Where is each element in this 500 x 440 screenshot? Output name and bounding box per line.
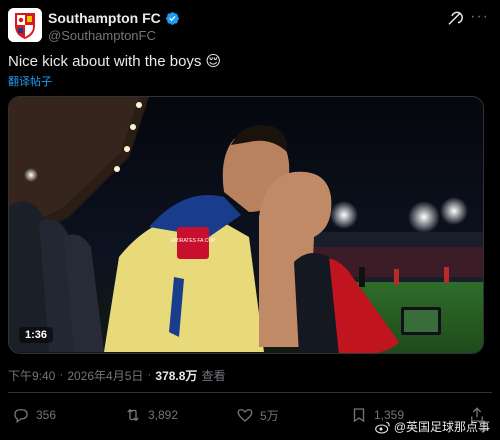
tweet-date[interactable]: 2026年4月5日 <box>67 367 143 384</box>
meta-separator: · <box>147 367 152 381</box>
grok-icon[interactable] <box>446 10 464 28</box>
retweet-count: 3,892 <box>148 408 179 422</box>
weibo-icon <box>374 421 390 434</box>
reply-button[interactable]: 356 <box>12 406 56 424</box>
like-count: 5万 <box>260 408 279 423</box>
video-duration: 1:36 <box>19 327 54 343</box>
shirt-badge-text: EMIRATES FA CUP <box>171 238 216 244</box>
reply-count: 356 <box>36 408 57 422</box>
tweet-body: Nice kick about with the boys <box>8 52 202 70</box>
watermark: @英国足球那点事 <box>374 418 490 435</box>
tweet-header: Southampton FC @SouthamptonFC ··· <box>8 6 492 46</box>
video-player[interactable]: EMIRATES FA CUP 1:36 <box>8 96 484 354</box>
retweet-icon <box>127 408 139 422</box>
retweet-button[interactable]: 3,892 <box>124 406 178 424</box>
avatar[interactable] <box>8 8 42 42</box>
account-handle[interactable]: @SouthamptonFC <box>48 28 156 43</box>
relieved-emoji-icon: 😌 <box>205 53 222 70</box>
meta-separator: · <box>59 367 64 381</box>
bookmark-icon <box>353 408 365 423</box>
view-count-label: 查看 <box>201 369 226 383</box>
southampton-crest-icon <box>8 8 42 42</box>
translate-post-link[interactable]: 翻译帖子 <box>8 73 52 89</box>
tweet-time[interactable]: 下午9:40 <box>8 367 55 384</box>
name-row: Southampton FC <box>48 10 180 26</box>
more-options-icon[interactable]: ··· <box>470 9 488 28</box>
like-button[interactable]: 5万 <box>236 406 279 424</box>
tweet-text: Nice kick about with the boys 😌 <box>8 52 222 71</box>
view-count: 378.8万 <box>155 369 198 383</box>
account-name[interactable]: Southampton FC <box>48 10 161 26</box>
divider <box>8 392 492 393</box>
video-frame: EMIRATES FA CUP <box>9 97 483 353</box>
watermark-text: @英国足球那点事 <box>393 420 490 434</box>
verified-badge-icon <box>165 11 179 25</box>
heart-icon <box>237 409 253 422</box>
reply-icon <box>14 409 28 424</box>
tweet-meta: 下午9:40 · 2026年4月5日 · 378.8万 查看 <box>8 367 225 384</box>
